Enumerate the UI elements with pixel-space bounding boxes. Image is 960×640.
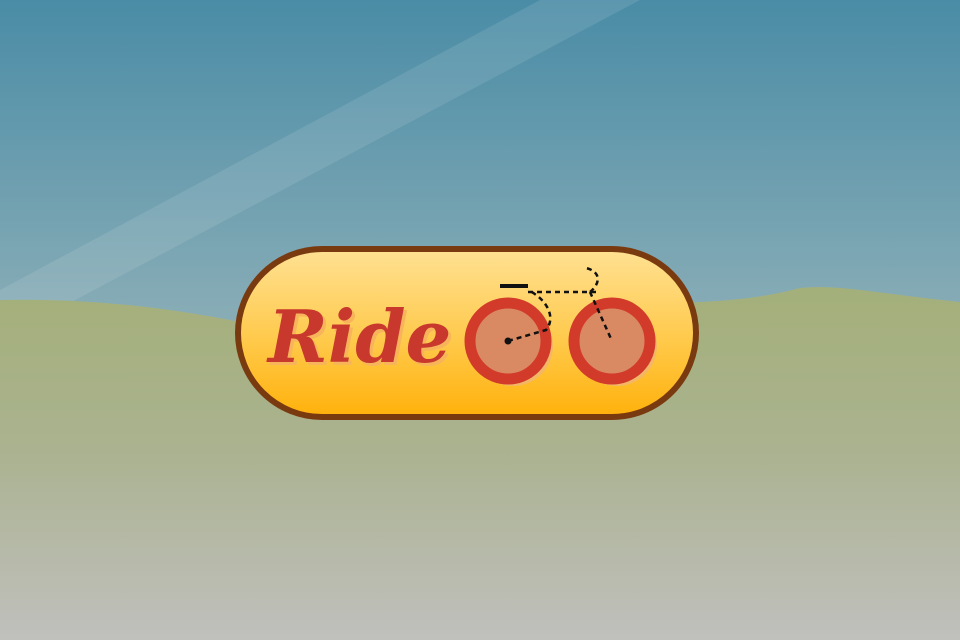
rear-hub — [504, 337, 512, 345]
splash-screen: Ride Ride — [0, 0, 960, 640]
front-wheel — [568, 297, 656, 385]
logo-text: Ride — [266, 294, 451, 379]
game-logo: Ride Ride — [235, 246, 699, 420]
bicycle-seat — [500, 284, 528, 288]
